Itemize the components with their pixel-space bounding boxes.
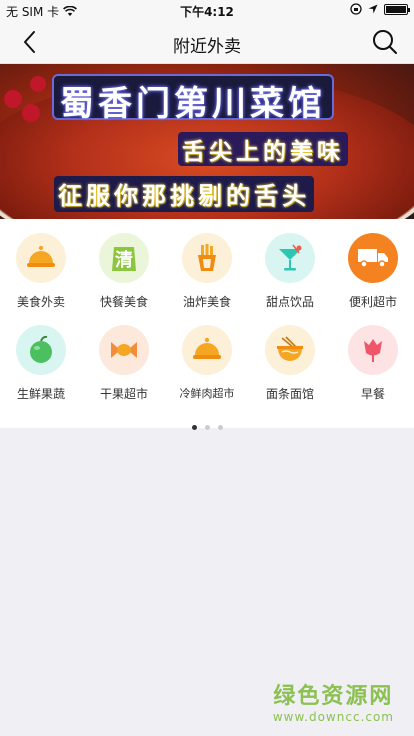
category-row: 生鲜果蔬 干果超市 冷鲜肉超市 面条面馆 早餐 <box>0 323 414 415</box>
category-meishi-waimai[interactable]: 美食外卖 <box>0 231 82 321</box>
category-label: 面条面馆 <box>265 387 314 401</box>
category-label: 油炸美食 <box>182 295 231 309</box>
svg-text:清: 清 <box>115 250 133 271</box>
category-label: 便利超市 <box>348 295 397 309</box>
category-label: 冷鲜肉超市 <box>179 387 235 400</box>
watermark-title: 绿色资源网 <box>273 684 394 709</box>
truck-icon <box>348 233 398 283</box>
category-bianli-chaoshi[interactable]: 便利超市 <box>332 231 414 321</box>
category-lengxianrou-chaoshi[interactable]: 冷鲜肉超市 <box>166 323 248 413</box>
category-label: 快餐美食 <box>99 295 148 309</box>
fries-icon <box>182 233 232 283</box>
battery-icon <box>384 3 410 15</box>
page-dot[interactable] <box>204 425 210 430</box>
tulip-icon <box>348 325 398 375</box>
cocktail-icon <box>265 233 315 283</box>
category-shengxian-guoshu[interactable]: 生鲜果蔬 <box>0 323 82 413</box>
chili-decoration <box>30 76 46 92</box>
chili-decoration <box>4 90 22 108</box>
category-label: 生鲜果蔬 <box>16 387 65 401</box>
banner-tagline: 征服你那挑剔的舌头 <box>54 176 314 212</box>
category-row: 美食外卖 清 快餐美食 油炸美食 甜点饮品 便利超市 <box>0 231 414 323</box>
category-ganguo-chaoshi[interactable]: 干果超市 <box>83 323 165 413</box>
category-zaocan[interactable]: 早餐 <box>332 323 414 413</box>
cloche-icon <box>16 233 66 283</box>
promo-banner[interactable]: 蜀香门第川菜馆 舌尖上的美味 征服你那挑剔的舌头 <box>0 64 414 219</box>
location-arrow-icon <box>368 4 378 14</box>
banner-headline: 蜀香门第川菜馆 <box>52 74 334 124</box>
qing-badge-icon: 清 <box>99 233 149 283</box>
rotation-lock-icon <box>350 3 362 15</box>
watermark-url: www.downcc.com <box>272 710 394 724</box>
watermark: 绿色资源网 www.downcc.com <box>273 678 394 724</box>
category-youzha-meishi[interactable]: 油炸美食 <box>166 231 248 321</box>
category-tiandian-yinpin[interactable]: 甜点饮品 <box>249 231 331 321</box>
chili-decoration <box>22 104 40 122</box>
search-icon[interactable] <box>370 27 400 57</box>
category-label: 美食外卖 <box>16 295 65 309</box>
noodle-bowl-icon <box>265 325 315 375</box>
candy-icon <box>99 325 149 375</box>
category-kuaican-meishi[interactable]: 清 快餐美食 <box>83 231 165 321</box>
status-bar: 无 SIM 卡 下午4:12 <box>0 0 414 20</box>
page-dot[interactable] <box>217 425 223 430</box>
category-label: 早餐 <box>360 387 385 401</box>
page-dot[interactable] <box>191 425 197 430</box>
category-label: 干果超市 <box>99 387 148 401</box>
category-grid: 美食外卖 清 快餐美食 油炸美食 甜点饮品 便利超市 生鲜果蔬 干果超市 冷鲜肉… <box>0 219 414 430</box>
page-indicator[interactable] <box>0 415 414 434</box>
apple-icon <box>16 325 66 375</box>
status-right <box>350 3 410 15</box>
category-label: 甜点饮品 <box>265 295 314 309</box>
category-miantiao-mianguan[interactable]: 面条面馆 <box>249 323 331 413</box>
page-title: 附近外卖 <box>173 37 241 57</box>
banner-subline: 舌尖上的美味 <box>178 132 348 166</box>
nav-bar: 附近外卖 <box>0 20 414 64</box>
cloche-icon <box>182 325 232 375</box>
